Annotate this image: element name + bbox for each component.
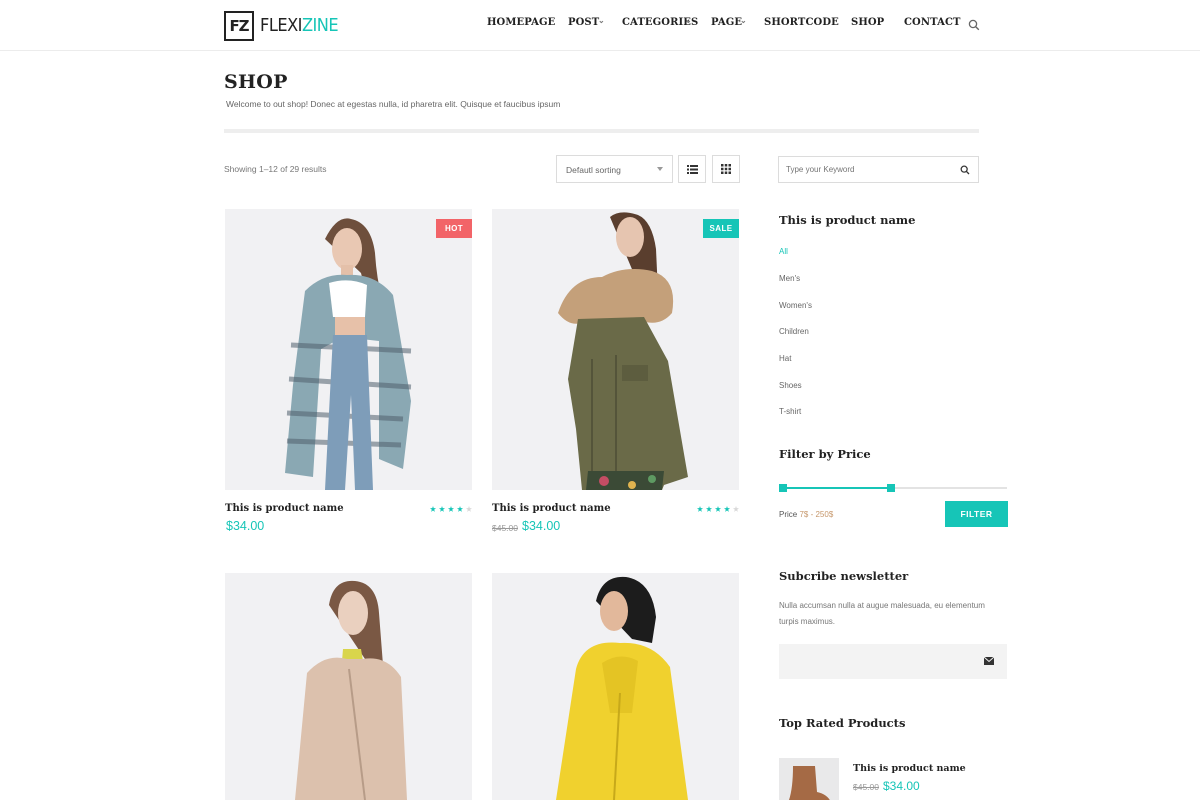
results-count: Showing 1–12 of 29 results <box>224 164 327 174</box>
product-image[interactable] <box>225 573 472 800</box>
price-range-value: 7$ - 250$ <box>799 510 834 519</box>
woman-knit-jacket-photo <box>225 209 472 490</box>
nav-item-categories[interactable]: CATEGORIES ⌄ <box>622 15 698 28</box>
price-slider-range <box>783 487 891 489</box>
top-rated-old-price: $45.00 <box>853 782 879 792</box>
category-link-womens[interactable]: Women's <box>779 301 812 310</box>
newsletter-title: Subcribe newsletter <box>779 569 909 583</box>
woman-parka-fur-hood-photo <box>492 209 739 490</box>
top-rated-product-name[interactable]: This is product name <box>853 763 966 774</box>
main-nav: HOMEPAGE POST ⌄ CATEGORIES ⌄ PAGE ⌄ SHORTCO… <box>0 15 1200 33</box>
nav-item-contact[interactable]: CONTACT <box>904 17 961 28</box>
product-price: $34.00 <box>226 519 265 533</box>
top-rated-thumbnail[interactable] <box>779 758 839 800</box>
category-link-shoes[interactable]: Shoes <box>779 381 802 390</box>
search-input[interactable] <box>779 157 949 182</box>
nav-item-post[interactable]: POST ⌄ <box>568 15 605 28</box>
woman-beige-coat-photo <box>225 573 472 800</box>
sort-select[interactable]: Defautl sorting <box>556 155 673 183</box>
newsletter-email-field[interactable] <box>779 644 974 679</box>
category-link-children[interactable]: Children <box>779 327 809 336</box>
category-link-tshirt[interactable]: T-shirt <box>779 407 801 416</box>
divider <box>224 129 979 133</box>
page-title: SHOP <box>224 71 288 93</box>
star-icon <box>706 506 712 512</box>
search-icon[interactable] <box>968 19 980 31</box>
star-icon <box>724 506 730 512</box>
rating-stars <box>697 506 739 512</box>
chevron-down-icon: ⌄ <box>740 15 747 25</box>
categories-title: This is product name <box>779 213 916 227</box>
status-badge: HOT <box>436 219 472 238</box>
page-subtitle: Welcome to out shop! Donec at egestas nu… <box>226 99 561 109</box>
product-name[interactable]: This is product name <box>225 503 344 514</box>
brown-ankle-boot-photo <box>779 758 839 800</box>
product-image[interactable]: SALE <box>492 209 739 490</box>
newsletter-form <box>779 644 1007 679</box>
star-icon <box>457 506 463 512</box>
star-icon <box>448 506 454 512</box>
site-header: FZ FLEXIZINE HOMEPAGE POST ⌄ CATEGORIES ⌄ … <box>0 0 1200 51</box>
list-view-icon <box>686 164 698 174</box>
grid-view-button[interactable] <box>712 155 740 183</box>
chevron-down-icon: ⌄ <box>685 15 692 25</box>
search-icon[interactable] <box>960 165 970 175</box>
nav-item-homepage[interactable]: HOMEPAGE <box>487 17 555 28</box>
filter-title: Filter by Price <box>779 447 871 461</box>
top-rated-price: $34.00 <box>883 779 920 793</box>
star-icon <box>697 506 703 512</box>
star-icon <box>715 506 721 512</box>
star-icon <box>430 506 436 512</box>
product-name[interactable]: This is product name <box>492 503 611 514</box>
status-badge: SALE <box>703 219 739 238</box>
chevron-down-icon <box>657 167 663 171</box>
star-icon <box>439 506 445 512</box>
category-link-hat[interactable]: Hat <box>779 354 791 363</box>
nav-item-shortcode[interactable]: SHORTCODE <box>764 17 839 28</box>
price-slider-max-handle[interactable] <box>886 484 895 492</box>
category-link-all[interactable]: All <box>779 247 788 256</box>
nav-item-shop[interactable]: SHOP <box>851 17 884 28</box>
price-slider-min-handle[interactable] <box>779 484 787 492</box>
grid-view-icon <box>721 164 731 174</box>
product-old-price: $45.00 <box>492 523 518 533</box>
nav-item-page[interactable]: PAGE ⌄ <box>711 15 747 28</box>
sidebar-search <box>778 156 979 183</box>
filter-button[interactable]: FILTER <box>945 501 1008 527</box>
list-view-button[interactable] <box>678 155 706 183</box>
star-icon <box>733 506 739 512</box>
product-price: $34.00 <box>522 519 561 533</box>
product-image[interactable] <box>492 573 739 800</box>
top-rated-title: Top Rated Products <box>779 716 906 730</box>
rating-stars <box>430 506 472 512</box>
category-link-mens[interactable]: Men's <box>779 274 800 283</box>
woman-yellow-raincoat-photo <box>492 573 739 800</box>
star-icon <box>466 506 472 512</box>
envelope-icon[interactable] <box>984 657 994 665</box>
price-range-label: Price 7$ - 250$ <box>779 510 834 519</box>
sort-select-value: Defautl sorting <box>566 165 621 175</box>
product-image[interactable]: HOT <box>225 209 472 490</box>
chevron-down-icon: ⌄ <box>598 15 605 25</box>
newsletter-description: Nulla accumsan nulla at augue malesuada,… <box>779 601 985 626</box>
